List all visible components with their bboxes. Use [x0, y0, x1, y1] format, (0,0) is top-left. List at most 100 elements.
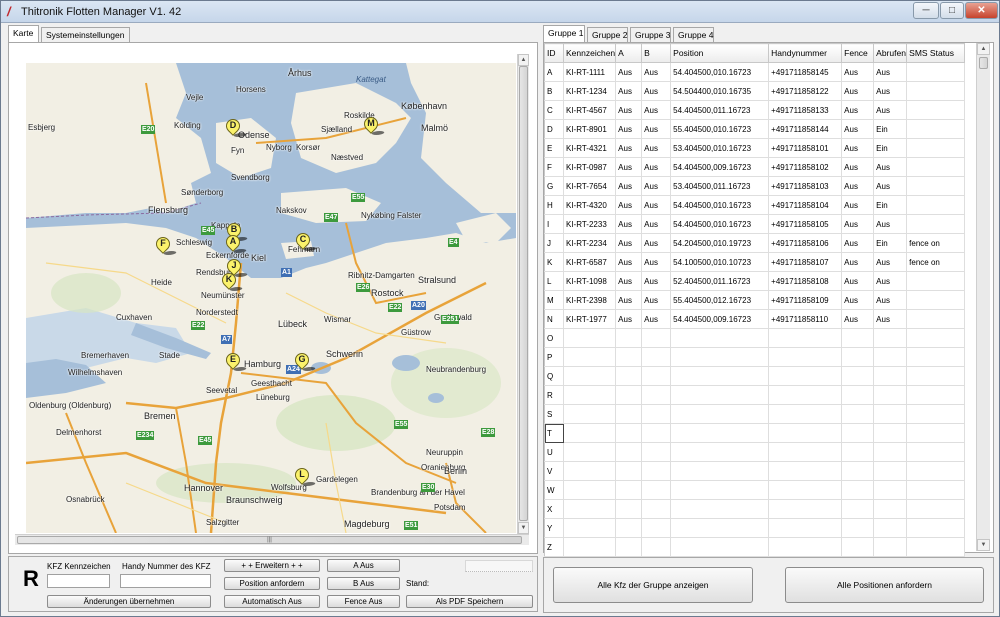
als-pdf-speichern-button[interactable]: Als PDF Speichern	[406, 595, 533, 608]
cell-kennzeichen[interactable]	[563, 328, 617, 348]
b-aus-button[interactable]: B Aus	[327, 577, 400, 590]
cell-fence[interactable]	[841, 423, 875, 443]
cell-handynummer[interactable]	[768, 328, 843, 348]
maximize-button[interactable]: □	[940, 2, 964, 19]
cell-handynummer[interactable]	[768, 499, 843, 519]
cell-abrufen[interactable]: Aus	[873, 157, 908, 177]
cell-fence[interactable]	[841, 480, 875, 500]
tab-gruppe-3[interactable]: Gruppe 3	[630, 27, 671, 43]
cell-handynummer[interactable]: +491711858104	[768, 195, 843, 215]
cell-fence[interactable]	[841, 499, 875, 519]
table-row[interactable]: P	[544, 347, 966, 367]
cell-position[interactable]	[670, 461, 770, 481]
cell-sms-status[interactable]	[906, 62, 966, 82]
cell-kennzeichen[interactable]	[563, 442, 617, 462]
cell-sms-status[interactable]	[906, 423, 966, 443]
cell-kennzeichen[interactable]	[563, 366, 617, 386]
cell-b[interactable]	[641, 366, 672, 386]
cell-abrufen[interactable]: Ein	[873, 195, 908, 215]
table-row[interactable]: S	[544, 404, 966, 424]
cell-a[interactable]	[615, 404, 643, 424]
cell-fence[interactable]	[841, 347, 875, 367]
cell-id[interactable]: S	[544, 404, 564, 424]
cell-b[interactable]	[641, 385, 672, 405]
cell-b[interactable]: Aus	[641, 214, 672, 234]
automatisch-aus-button[interactable]: Automatisch Aus	[224, 595, 320, 608]
cell-b[interactable]	[641, 461, 672, 481]
cell-position[interactable]: 52.404500,011.16723	[670, 271, 770, 291]
cell-kennzeichen[interactable]: KI-RT-1111	[563, 62, 617, 82]
cell-a[interactable]	[615, 347, 643, 367]
cell-id[interactable]: E	[544, 138, 564, 158]
scroll-up-icon[interactable]: ▲	[518, 54, 529, 66]
cell-kennzeichen[interactable]: KI-RT-1234	[563, 81, 617, 101]
cell-a[interactable]: Aus	[615, 252, 643, 272]
table-row[interactable]: U	[544, 442, 966, 462]
cell-b[interactable]: Aus	[641, 290, 672, 310]
cell-abrufen[interactable]	[873, 537, 908, 557]
cell-b[interactable]: Aus	[641, 138, 672, 158]
cell-a[interactable]: Aus	[615, 214, 643, 234]
cell-b[interactable]: Aus	[641, 62, 672, 82]
cell-fence[interactable]	[841, 461, 875, 481]
handy-nummer-input[interactable]	[120, 574, 211, 588]
cell-b[interactable]: Aus	[641, 81, 672, 101]
cell-a[interactable]: Aus	[615, 119, 643, 139]
cell-a[interactable]: Aus	[615, 81, 643, 101]
cell-abrufen[interactable]: Aus	[873, 290, 908, 310]
cell-fence[interactable]: Aus	[841, 271, 875, 291]
cell-position[interactable]	[670, 499, 770, 519]
cell-position[interactable]: 54.100500,010.10723	[670, 252, 770, 272]
cell-b[interactable]	[641, 499, 672, 519]
cell-handynummer[interactable]	[768, 385, 843, 405]
cell-kennzeichen[interactable]: KI-RT-2234	[563, 233, 617, 253]
cell-sms-status[interactable]	[906, 518, 966, 538]
cell-id[interactable]: J	[544, 233, 564, 253]
cell-position[interactable]: 55.404500,012.16723	[670, 290, 770, 310]
cell-id[interactable]: Z	[544, 537, 564, 557]
request-all-positions-button[interactable]: Alle Positionen anfordern	[785, 567, 984, 603]
cell-sms-status[interactable]	[906, 347, 966, 367]
cell-kennzeichen[interactable]: KI-RT-8901	[563, 119, 617, 139]
tab-karte[interactable]: Karte	[8, 25, 39, 43]
cell-b[interactable]: Aus	[641, 233, 672, 253]
cell-abrufen[interactable]: Aus	[873, 252, 908, 272]
cell-b[interactable]: Aus	[641, 309, 672, 329]
cell-b[interactable]	[641, 518, 672, 538]
cell-handynummer[interactable]: +491711858144	[768, 119, 843, 139]
cell-b[interactable]: Aus	[641, 271, 672, 291]
cell-sms-status[interactable]	[906, 309, 966, 329]
cell-handynummer[interactable]: +491711858145	[768, 62, 843, 82]
cell-a[interactable]	[615, 366, 643, 386]
cell-id[interactable]: A	[544, 62, 564, 82]
cell-a[interactable]	[615, 442, 643, 462]
cell-id[interactable]: D	[544, 119, 564, 139]
table-row[interactable]: X	[544, 499, 966, 519]
cell-abrufen[interactable]: Ein	[873, 138, 908, 158]
cell-sms-status[interactable]	[906, 537, 966, 557]
cell-handynummer[interactable]: +491711858105	[768, 214, 843, 234]
aenderungen-uebernehmen-button[interactable]: Änderungen übernehmen	[47, 595, 211, 608]
cell-kennzeichen[interactable]	[563, 537, 617, 557]
cell-abrufen[interactable]	[873, 518, 908, 538]
cell-handynummer[interactable]	[768, 347, 843, 367]
cell-fence[interactable]	[841, 366, 875, 386]
cell-id[interactable]: X	[544, 499, 564, 519]
table-row[interactable]: H KI-RT-4320 Aus Aus 54.404500,010.16723 +491…	[544, 195, 966, 215]
cell-position[interactable]: 54.404500,011.16723	[670, 100, 770, 120]
scroll-down-icon[interactable]: ▼	[518, 522, 529, 534]
cell-a[interactable]: Aus	[615, 271, 643, 291]
cell-handynummer[interactable]	[768, 404, 843, 424]
cell-kennzeichen[interactable]	[563, 461, 617, 481]
cell-abrufen[interactable]: Aus	[873, 81, 908, 101]
col-header-handynummer[interactable]: Handynummer	[768, 43, 843, 63]
cell-sms-status[interactable]	[906, 138, 966, 158]
show-all-vehicles-button[interactable]: Alle Kfz der Gruppe anzeigen	[553, 567, 753, 603]
col-header-b[interactable]: B	[641, 43, 672, 63]
table-row[interactable]: T	[544, 423, 966, 443]
cell-handynummer[interactable]: +491711858106	[768, 233, 843, 253]
cell-a[interactable]	[615, 518, 643, 538]
map-horizontal-scrollbar[interactable]: |||	[15, 534, 529, 545]
cell-handynummer[interactable]	[768, 480, 843, 500]
cell-handynummer[interactable]: +491711858107	[768, 252, 843, 272]
